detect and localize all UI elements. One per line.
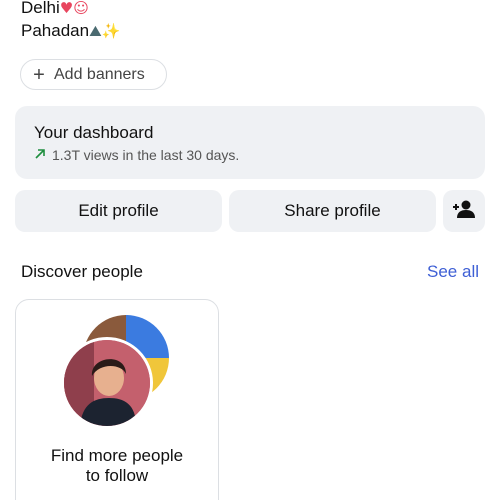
discover-people-title: Discover people — [21, 262, 143, 281]
bio-location-emoji: ♥☺ — [59, 0, 89, 17]
add-person-button[interactable] — [443, 190, 485, 232]
edit-profile-label: Edit profile — [78, 201, 159, 220]
share-profile-button[interactable]: Share profile — [229, 190, 436, 232]
bio-tagline: Pahadan⛰✨ — [21, 20, 120, 42]
suggested-avatar-front — [61, 337, 153, 429]
share-profile-label: Share profile — [284, 201, 381, 220]
find-people-line1: Find more people — [50, 446, 184, 465]
bio-tagline-emoji: ⛰✨ — [89, 22, 121, 40]
see-all-link[interactable]: See all — [427, 262, 479, 282]
person-add-icon — [452, 199, 476, 224]
dashboard-subtitle: 1.3T views in the last 30 days. — [52, 147, 240, 163]
bio-location-text: Delhi — [21, 0, 60, 17]
add-banners-button[interactable]: + Add banners — [20, 59, 167, 90]
find-people-card[interactable]: Find more people to follow — [15, 299, 219, 500]
dashboard-stats: 1.3T views in the last 30 days. — [34, 147, 485, 163]
dashboard-card[interactable]: Your dashboard 1.3T views in the last 30… — [15, 106, 485, 179]
edit-profile-button[interactable]: Edit profile — [15, 190, 222, 232]
find-people-line2: to follow — [85, 466, 149, 485]
bio-tagline-text: Pahadan — [21, 21, 90, 40]
add-banners-label: Add banners — [54, 65, 145, 83]
bio-location: Delhi♥☺ — [21, 0, 89, 19]
find-people-text: Find more people to follow — [16, 446, 218, 486]
trending-up-icon — [34, 147, 46, 163]
plus-icon: + — [33, 63, 45, 86]
dashboard-title: Your dashboard — [34, 123, 154, 142]
